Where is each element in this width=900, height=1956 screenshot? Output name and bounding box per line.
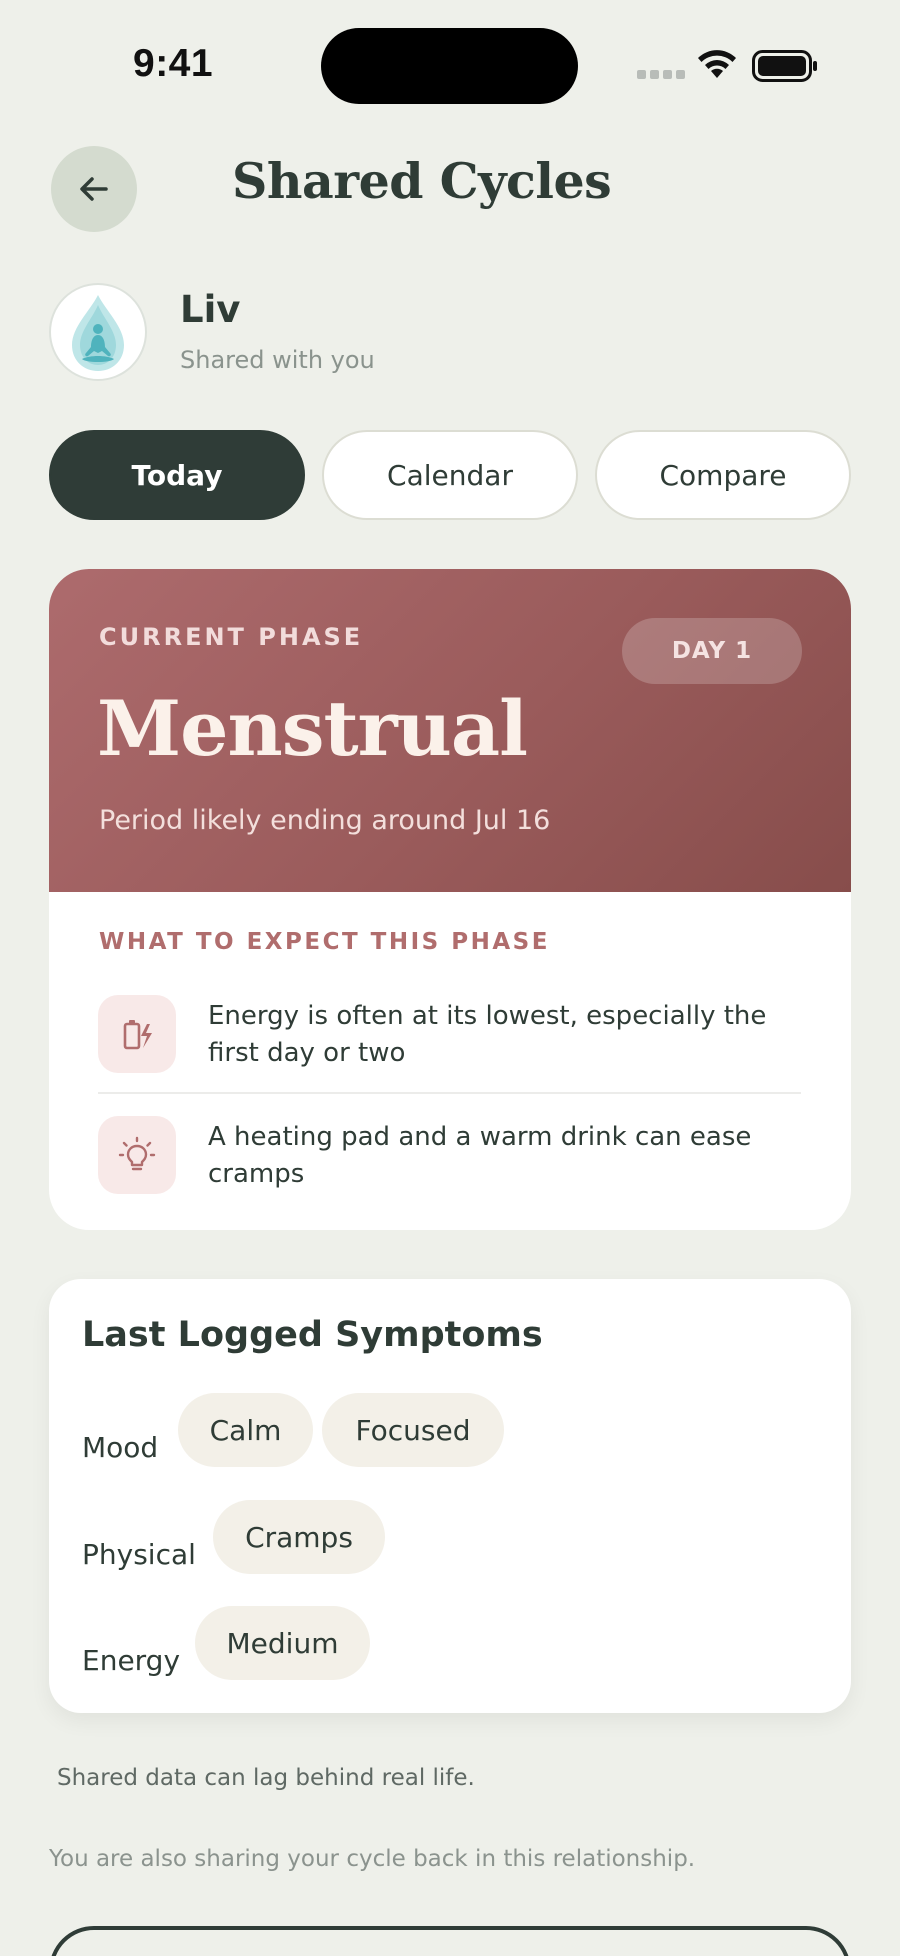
symptom-chip: Calm — [178, 1393, 313, 1467]
expect-title: WHAT TO EXPECT THIS PHASE — [99, 929, 550, 955]
wifi-icon — [698, 50, 736, 78]
symptom-row-label-energy: Energy — [82, 1644, 181, 1677]
dynamic-island — [321, 28, 578, 104]
status-time: 9:41 — [133, 42, 214, 85]
tip-divider — [98, 1092, 801, 1094]
avatar — [49, 283, 147, 381]
phase-label: CURRENT PHASE — [99, 623, 364, 651]
phase-hero: CURRENT PHASE DAY 1 Menstrual Period lik… — [49, 569, 851, 892]
symptoms-title: Last Logged Symptoms — [82, 1315, 543, 1355]
battery-bolt-icon — [98, 995, 176, 1073]
tab-today[interactable]: Today — [49, 430, 305, 520]
tip-text: A heating pad and a warm drink can ease … — [208, 1122, 752, 1189]
lag-note: Shared data can lag behind real life. — [57, 1765, 475, 1791]
profile-subtitle: Shared with you — [180, 346, 375, 374]
symptom-chip: Focused — [322, 1393, 504, 1467]
symptoms-card: Last Logged Symptoms Mood Calm Focused P… — [49, 1279, 851, 1713]
meditation-drop-icon — [72, 295, 124, 371]
symptom-chip: Cramps — [213, 1500, 385, 1574]
bottom-action-button[interactable] — [49, 1926, 851, 1956]
lightbulb-icon — [98, 1116, 176, 1194]
sharing-note: You are also sharing your cycle back in … — [49, 1846, 696, 1872]
profile-name: Liv — [180, 288, 241, 331]
battery-icon — [752, 50, 817, 82]
arrow-left-icon — [80, 177, 108, 201]
page-title: Shared Cycles — [232, 152, 612, 210]
day-badge: DAY 1 — [622, 618, 802, 684]
symptom-chip: Medium — [195, 1606, 370, 1680]
back-button[interactable] — [51, 146, 137, 232]
tab-calendar[interactable]: Calendar — [322, 430, 578, 520]
phase-card: CURRENT PHASE DAY 1 Menstrual Period lik… — [49, 569, 851, 1230]
tab-compare[interactable]: Compare — [595, 430, 851, 520]
signal-icon — [637, 70, 685, 82]
phase-description: Period likely ending around Jul 16 — [99, 805, 551, 836]
tip-text: Energy is often at its lowest, especiall… — [208, 1001, 767, 1068]
symptom-row-label-physical: Physical — [82, 1538, 196, 1571]
symptom-row-label-mood: Mood — [82, 1431, 159, 1464]
phase-name: Menstrual — [97, 684, 528, 773]
shared-cycles-screen: 9:41 Shared Cycles Liv Shared with you T… — [0, 0, 900, 1956]
